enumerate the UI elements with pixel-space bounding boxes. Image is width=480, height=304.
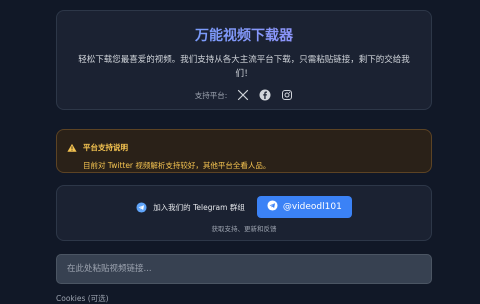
- telegram-group-button[interactable]: @videodl101: [256, 196, 352, 218]
- telegram-button-label: @videodl101: [282, 202, 342, 212]
- notice-title: 平台支持说明: [83, 143, 128, 152]
- warning-icon: [67, 138, 77, 157]
- video-url-input[interactable]: [57, 255, 431, 283]
- telegram-icon: [136, 198, 147, 217]
- hero-card: 万能视频下载器 轻松下载您最喜爱的视频。我们支持从各大主流平台下载，只需粘贴链接…: [56, 10, 432, 110]
- platforms-label: 支持平台:: [194, 90, 228, 100]
- cookies-label: Cookies (可选): [56, 294, 109, 303]
- supported-platforms: 支持平台:: [57, 89, 431, 101]
- telegram-subtext: 获取支持、更新和反馈: [211, 225, 277, 233]
- telegram-join-text: 加入我们的 Telegram 群组: [153, 202, 245, 212]
- notice-text: 目前对 Twitter 视频解析支持较好，其他平台全看人品。: [83, 161, 271, 170]
- hero-description: 轻松下载您最喜爱的视频。我们支持从各大主流平台下载，只需粘贴链接，剩下的交给我们…: [78, 55, 410, 79]
- url-input-container: [56, 254, 432, 284]
- telegram-card: 加入我们的 Telegram 群组 @videodl101 获取支持、更新和反馈: [56, 185, 432, 241]
- page-title: 万能视频下载器: [57, 25, 431, 45]
- x-icon[interactable]: [237, 89, 249, 101]
- telegram-button-icon: [267, 200, 278, 214]
- facebook-icon[interactable]: [259, 89, 271, 101]
- instagram-icon[interactable]: [281, 89, 293, 101]
- platform-notice: 平台支持说明 目前对 Twitter 视频解析支持较好，其他平台全看人品。: [56, 129, 432, 173]
